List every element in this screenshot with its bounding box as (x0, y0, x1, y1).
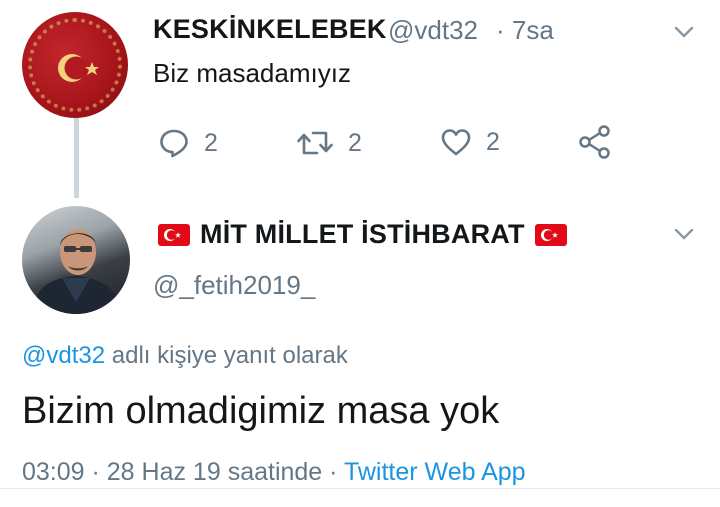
tweet2-timestamp[interactable]: 03:09 · 28 Haz 19 saatinde · (22, 458, 344, 486)
avatar-keskinkelebek[interactable] (22, 12, 128, 118)
reply-to-suffix: adlı kişiye yanıt olarak (105, 342, 348, 369)
chevron-down-icon[interactable] (672, 222, 696, 246)
like-button[interactable]: 2 (440, 127, 500, 157)
reply-icon (160, 129, 188, 158)
tweet1-handle[interactable]: @vdt32 (388, 15, 478, 46)
divider (0, 488, 720, 489)
tweet2-display-name[interactable]: MİT MİLLET İSTİHBARAT (200, 219, 525, 250)
avatar-mit-millet-istihbarat[interactable] (22, 206, 130, 314)
share-button[interactable] (578, 124, 612, 160)
retweet-button[interactable]: 2 (296, 127, 362, 159)
share-icon (579, 125, 610, 159)
reply-count: 2 (204, 128, 218, 157)
retweet-icon (297, 131, 333, 155)
reply-to-link[interactable]: @vdt32 (22, 342, 105, 369)
turkish-flag-icon (534, 223, 567, 246)
tweet1-text: Biz masadamıyız (153, 58, 351, 88)
profile-photo (32, 229, 122, 314)
like-icon (441, 129, 471, 156)
thread-line (74, 112, 79, 198)
like-count: 2 (486, 127, 500, 156)
tweet2-text: Bizim olmadigimiz masa yok (22, 390, 500, 432)
tweet2-meta: 03:09 · 28 Haz 19 saatinde · Twitter Web… (22, 458, 526, 487)
tweet1-display-name[interactable]: KESKİNKELEBEK (153, 14, 387, 45)
reply-button[interactable]: 2 (158, 127, 218, 159)
crescent-star-icon (58, 54, 99, 82)
turkish-flag-icon (158, 223, 190, 246)
tweet2-source-link[interactable]: Twitter Web App (344, 458, 526, 486)
retweet-count: 2 (348, 128, 362, 157)
tweet2-name-row[interactable]: MİT MİLLET İSTİHBARAT (158, 219, 567, 250)
tweet2-handle[interactable]: @_fetih2019_ (153, 270, 315, 301)
tweet1-time[interactable]: · 7sa (496, 15, 554, 46)
chevron-down-icon[interactable] (672, 20, 696, 44)
reply-context: @vdt32 adlı kişiye yanıt olarak (22, 342, 348, 370)
